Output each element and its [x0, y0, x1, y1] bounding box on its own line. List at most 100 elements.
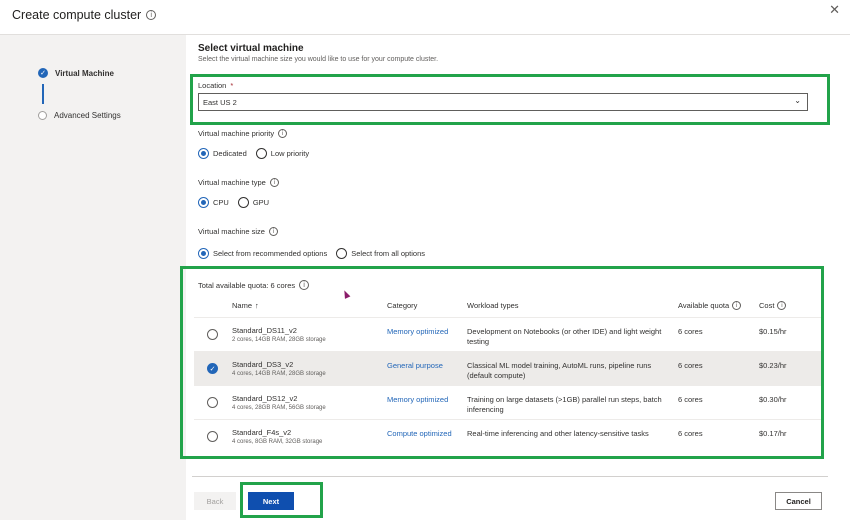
cost: $0.17/hr: [759, 429, 787, 438]
column-header-cost[interactable]: Cost i: [759, 301, 787, 310]
vm-size-recommended-radio[interactable]: Select from recommended options: [198, 248, 327, 259]
next-button[interactable]: Next: [248, 492, 294, 510]
vm-specs: 4 cores, 8GB RAM, 32GB storage: [232, 439, 323, 445]
workload-types: Real-time inferencing and other latency-…: [467, 429, 649, 438]
info-icon[interactable]: i: [777, 301, 787, 310]
header-text: Cost: [759, 301, 775, 310]
location-value: East US 2: [203, 97, 237, 107]
vm-specs: 4 cores, 14GB RAM, 28GB storage: [232, 371, 326, 377]
radio-button[interactable]: [336, 248, 348, 259]
category-link[interactable]: Memory optimized: [387, 327, 448, 336]
radio-button[interactable]: [198, 248, 209, 259]
radio-label: Dedicated: [213, 149, 247, 158]
column-header-workload[interactable]: Workload types: [467, 301, 519, 310]
table-header: Name ↑ Category Workload types Available…: [194, 293, 822, 317]
column-header-category[interactable]: Category: [387, 301, 417, 310]
sort-ascending-icon: ↑: [255, 301, 259, 310]
vm-name: Standard_DS11_v2: [232, 326, 297, 335]
row-radio-button[interactable]: [207, 431, 218, 442]
priority-label: Virtual machine priority i: [198, 129, 288, 138]
section-heading: Select virtual machine: [198, 43, 304, 54]
vm-type-label-text: Virtual machine type: [198, 178, 266, 187]
priority-dedicated-radio[interactable]: Dedicated: [198, 148, 247, 159]
location-label-text: Location: [198, 81, 227, 90]
table-row[interactable]: Standard_F4s_v2 4 cores, 8GB RAM, 32GB s…: [194, 419, 822, 453]
step-navigation: [0, 35, 186, 520]
radio-button[interactable]: [198, 148, 209, 159]
close-icon[interactable]: ✕: [829, 3, 840, 18]
step-virtual-machine[interactable]: ✓ Virtual Machine: [38, 68, 114, 78]
radio-label: GPU: [252, 198, 270, 207]
back-button[interactable]: Back: [194, 492, 236, 510]
step-label: Advanced Settings: [54, 111, 121, 120]
step-advanced-settings[interactable]: Advanced Settings: [38, 111, 121, 120]
info-icon[interactable]: i: [269, 178, 279, 187]
location-label: Location *: [198, 81, 233, 90]
radio-button[interactable]: [237, 197, 249, 208]
cancel-button[interactable]: Cancel: [775, 492, 822, 510]
column-header-available[interactable]: Available quota i: [678, 301, 742, 310]
cost: $0.30/hr: [759, 395, 787, 404]
available-quota: 6 cores: [678, 327, 703, 336]
radio-label: Low priority: [270, 149, 310, 158]
category-link[interactable]: Compute optimized: [387, 429, 452, 438]
vm-type-cpu-radio[interactable]: CPU: [198, 197, 229, 208]
available-quota: 6 cores: [678, 361, 703, 370]
table-row-selected[interactable]: ✓ Standard_DS3_v2 4 cores, 14GB RAM, 28G…: [194, 351, 822, 385]
dialog-title-text: Create compute cluster: [12, 8, 142, 22]
radio-button[interactable]: [198, 197, 209, 208]
step-progress-line: [42, 84, 44, 104]
vm-size-radio-group: Select from recommended options Select f…: [198, 248, 425, 259]
priority-label-text: Virtual machine priority: [198, 129, 275, 138]
vm-size-label-text: Virtual machine size: [198, 227, 265, 236]
cost: $0.15/hr: [759, 327, 787, 336]
vm-type-label: Virtual machine type i: [198, 178, 279, 187]
vm-specs: 4 cores, 28GB RAM, 56GB storage: [232, 405, 326, 411]
checkmark-icon: ✓: [38, 68, 48, 78]
step-label: Virtual Machine: [55, 68, 114, 78]
main-panel: Select virtual machine Select the virtua…: [187, 35, 850, 520]
section-subheading: Select the virtual machine size you woul…: [198, 56, 439, 63]
radio-label: Select from all options: [351, 249, 426, 258]
chevron-down-icon: ⌄: [794, 96, 801, 105]
vm-type-gpu-radio[interactable]: GPU: [237, 197, 270, 208]
info-icon[interactable]: i: [732, 301, 742, 310]
radio-label: Select from recommended options: [213, 249, 328, 258]
step-pending-icon: [38, 111, 47, 120]
info-icon[interactable]: i: [146, 10, 157, 20]
priority-low-radio[interactable]: Low priority: [255, 148, 310, 159]
radio-label: CPU: [213, 198, 229, 207]
row-radio-button[interactable]: [207, 329, 218, 340]
checkmark-icon[interactable]: ✓: [207, 363, 218, 374]
cost: $0.23/hr: [759, 361, 787, 370]
category-link[interactable]: General purpose: [387, 361, 443, 370]
footer-divider: [192, 476, 828, 477]
vm-specs: 2 cores, 14GB RAM, 28GB storage: [232, 337, 326, 343]
dialog-title: Create compute cluster i: [12, 8, 157, 22]
available-quota: 6 cores: [678, 395, 703, 404]
table-row[interactable]: Standard_DS12_v2 4 cores, 28GB RAM, 56GB…: [194, 385, 822, 419]
category-link[interactable]: Memory optimized: [387, 395, 448, 404]
vm-type-radio-group: CPU GPU: [198, 197, 269, 208]
header-text: Name: [232, 301, 253, 310]
column-header-name[interactable]: Name ↑: [232, 301, 259, 310]
vm-size-label: Virtual machine size i: [198, 227, 278, 236]
info-icon[interactable]: i: [268, 227, 278, 236]
vm-name: Standard_DS3_v2: [232, 360, 294, 369]
quota-text: Total available quota: 6 cores: [198, 280, 296, 290]
vm-name: Standard_F4s_v2: [232, 428, 292, 437]
required-mark: *: [230, 81, 234, 90]
quota-label: Total available quota: 6 cores i: [198, 280, 310, 290]
radio-button[interactable]: [255, 148, 267, 159]
info-icon[interactable]: i: [299, 280, 310, 290]
row-radio-button[interactable]: [207, 397, 218, 408]
priority-radio-group: Dedicated Low priority: [198, 148, 309, 159]
available-quota: 6 cores: [678, 429, 703, 438]
vm-name: Standard_DS12_v2: [232, 394, 298, 403]
location-dropdown[interactable]: East US 2 ⌄: [198, 93, 808, 111]
workload-types: Development on Notebooks (or other IDE) …: [467, 327, 662, 346]
table-row[interactable]: Standard_DS11_v2 2 cores, 14GB RAM, 28GB…: [194, 317, 822, 351]
vm-size-all-radio[interactable]: Select from all options: [336, 248, 425, 259]
info-icon[interactable]: i: [278, 129, 288, 138]
workload-types: Classical ML model training, AutoML runs…: [467, 361, 652, 380]
